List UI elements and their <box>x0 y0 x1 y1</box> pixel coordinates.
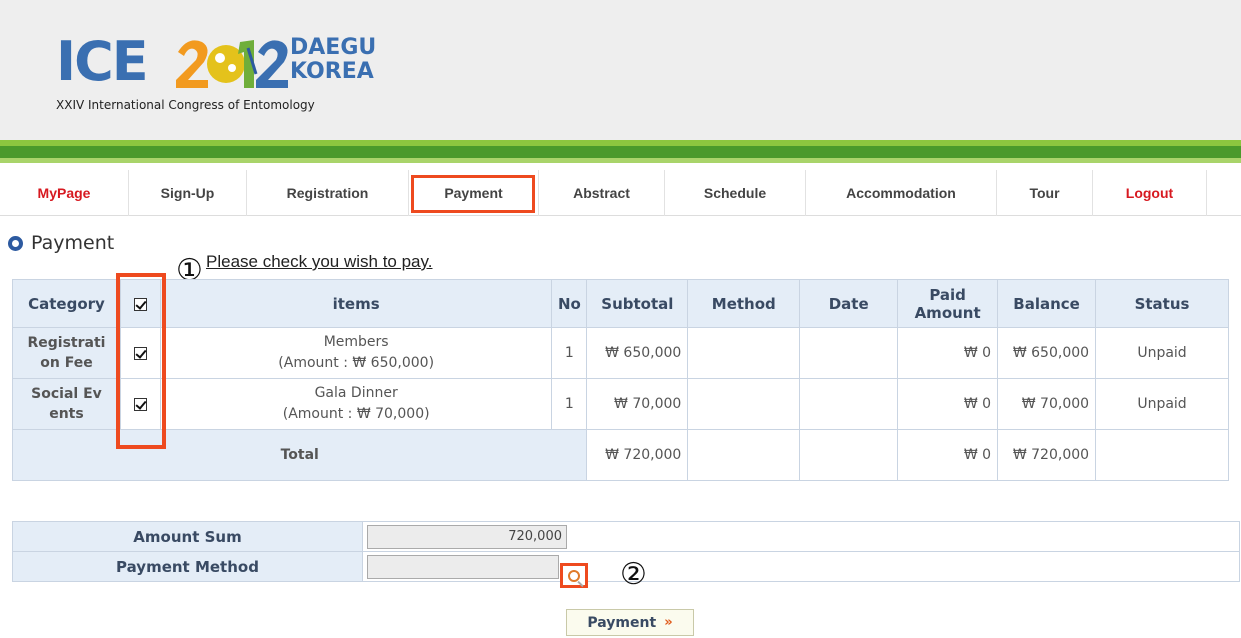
table-row: Registrati on Fee Members (Amount : ₩ 65… <box>12 327 1229 379</box>
logo-ice-text: ICE <box>56 30 149 93</box>
header-date: Date <box>799 279 899 328</box>
payment-tab-highlight <box>411 175 535 213</box>
row-date <box>799 327 899 379</box>
logo-subtitle: XXIV International Congress of Entomolog… <box>56 98 315 112</box>
nav-registration[interactable]: Registration <box>247 170 409 216</box>
total-subtotal: ₩ 720,000 <box>586 429 689 481</box>
nav-accommodation[interactable]: Accommodation <box>806 170 997 216</box>
page-title: Payment <box>8 232 114 254</box>
row-item: Members (Amount : ₩ 650,000) <box>159 327 553 379</box>
payment-method-label: Payment Method <box>12 551 363 582</box>
header-status: Status <box>1095 279 1229 328</box>
total-label: Total <box>11 429 588 481</box>
total-balance: ₩ 720,000 <box>997 429 1097 481</box>
nav-sign-up[interactable]: Sign-Up <box>129 170 247 216</box>
site-header: ICE DAEGU KOREA XXIV International Congr… <box>0 0 1241 140</box>
row-date <box>799 378 899 430</box>
payment-method-input[interactable] <box>367 554 559 579</box>
checkbox-column-highlight <box>116 273 166 449</box>
header-method: Method <box>687 279 801 328</box>
row-category: Social Ev ents <box>12 378 121 430</box>
row-balance: ₩ 650,000 <box>997 327 1097 379</box>
payment-submit-button[interactable]: Payment » <box>566 609 694 636</box>
double-chevron-right-icon: » <box>664 615 673 630</box>
row-subtotal: ₩ 650,000 <box>586 327 689 379</box>
header-balance: Balance <box>997 279 1097 328</box>
header-stripe-dark <box>0 146 1241 158</box>
table-row: Social Ev ents Gala Dinner (Amount : ₩ 7… <box>12 378 1229 430</box>
nav-mypage[interactable]: MyPage <box>0 170 129 216</box>
nav-tour[interactable]: Tour <box>997 170 1093 216</box>
amount-sum-input[interactable] <box>367 524 567 549</box>
row-no: 1 <box>551 327 588 379</box>
header-category: Category <box>12 279 121 328</box>
step-marker-two: ② <box>620 557 647 592</box>
main-nav: MyPage Sign-Up Registration Payment Abst… <box>0 170 1241 216</box>
amount-sum-cell <box>362 521 1240 552</box>
nav-schedule[interactable]: Schedule <box>665 170 806 216</box>
row-subtotal: ₩ 70,000 <box>586 378 689 430</box>
instruction-text: Please check you wish to pay. <box>206 252 433 271</box>
magnifier-icon <box>568 569 580 582</box>
total-date <box>799 429 899 481</box>
payment-method-cell <box>362 551 1240 582</box>
logo-2012-graphic <box>176 40 288 88</box>
row-no: 1 <box>551 378 588 430</box>
row-method <box>687 378 801 430</box>
amount-sum-label: Amount Sum <box>12 521 363 552</box>
row-paid: ₩ 0 <box>897 327 999 379</box>
header-items: items <box>159 279 553 328</box>
total-row: Total ₩ 720,000 ₩ 0 ₩ 720,000 <box>11 429 1229 481</box>
row-balance: ₩ 70,000 <box>997 378 1097 430</box>
nav-logout[interactable]: Logout <box>1093 170 1207 216</box>
header-no: No <box>551 279 588 328</box>
row-method <box>687 327 801 379</box>
table-header-row: Category items No Subtotal Method Date P… <box>12 279 1229 328</box>
row-category: Registrati on Fee <box>12 327 121 379</box>
header-paid-amount: Paid Amount <box>897 279 999 328</box>
payment-table: Category items No Subtotal Method Date P… <box>11 279 1229 481</box>
total-method <box>687 429 801 481</box>
row-status: Unpaid <box>1095 378 1229 430</box>
row-status: Unpaid <box>1095 327 1229 379</box>
row-item: Gala Dinner (Amount : ₩ 70,000) <box>159 378 553 430</box>
header-stripe-pale <box>0 158 1241 163</box>
ice-2012-logo[interactable]: ICE DAEGU KOREA XXIV International Congr… <box>56 34 396 124</box>
logo-city-text: DAEGU KOREA <box>290 35 377 84</box>
circle-bullet-icon <box>8 235 23 251</box>
total-paid: ₩ 0 <box>897 429 999 481</box>
amount-sum-row: Amount Sum <box>12 521 1240 552</box>
header-subtotal: Subtotal <box>586 279 689 328</box>
row-paid: ₩ 0 <box>897 378 999 430</box>
total-status <box>1095 429 1229 481</box>
payment-method-search-button[interactable] <box>560 563 588 588</box>
nav-abstract[interactable]: Abstract <box>539 170 665 216</box>
